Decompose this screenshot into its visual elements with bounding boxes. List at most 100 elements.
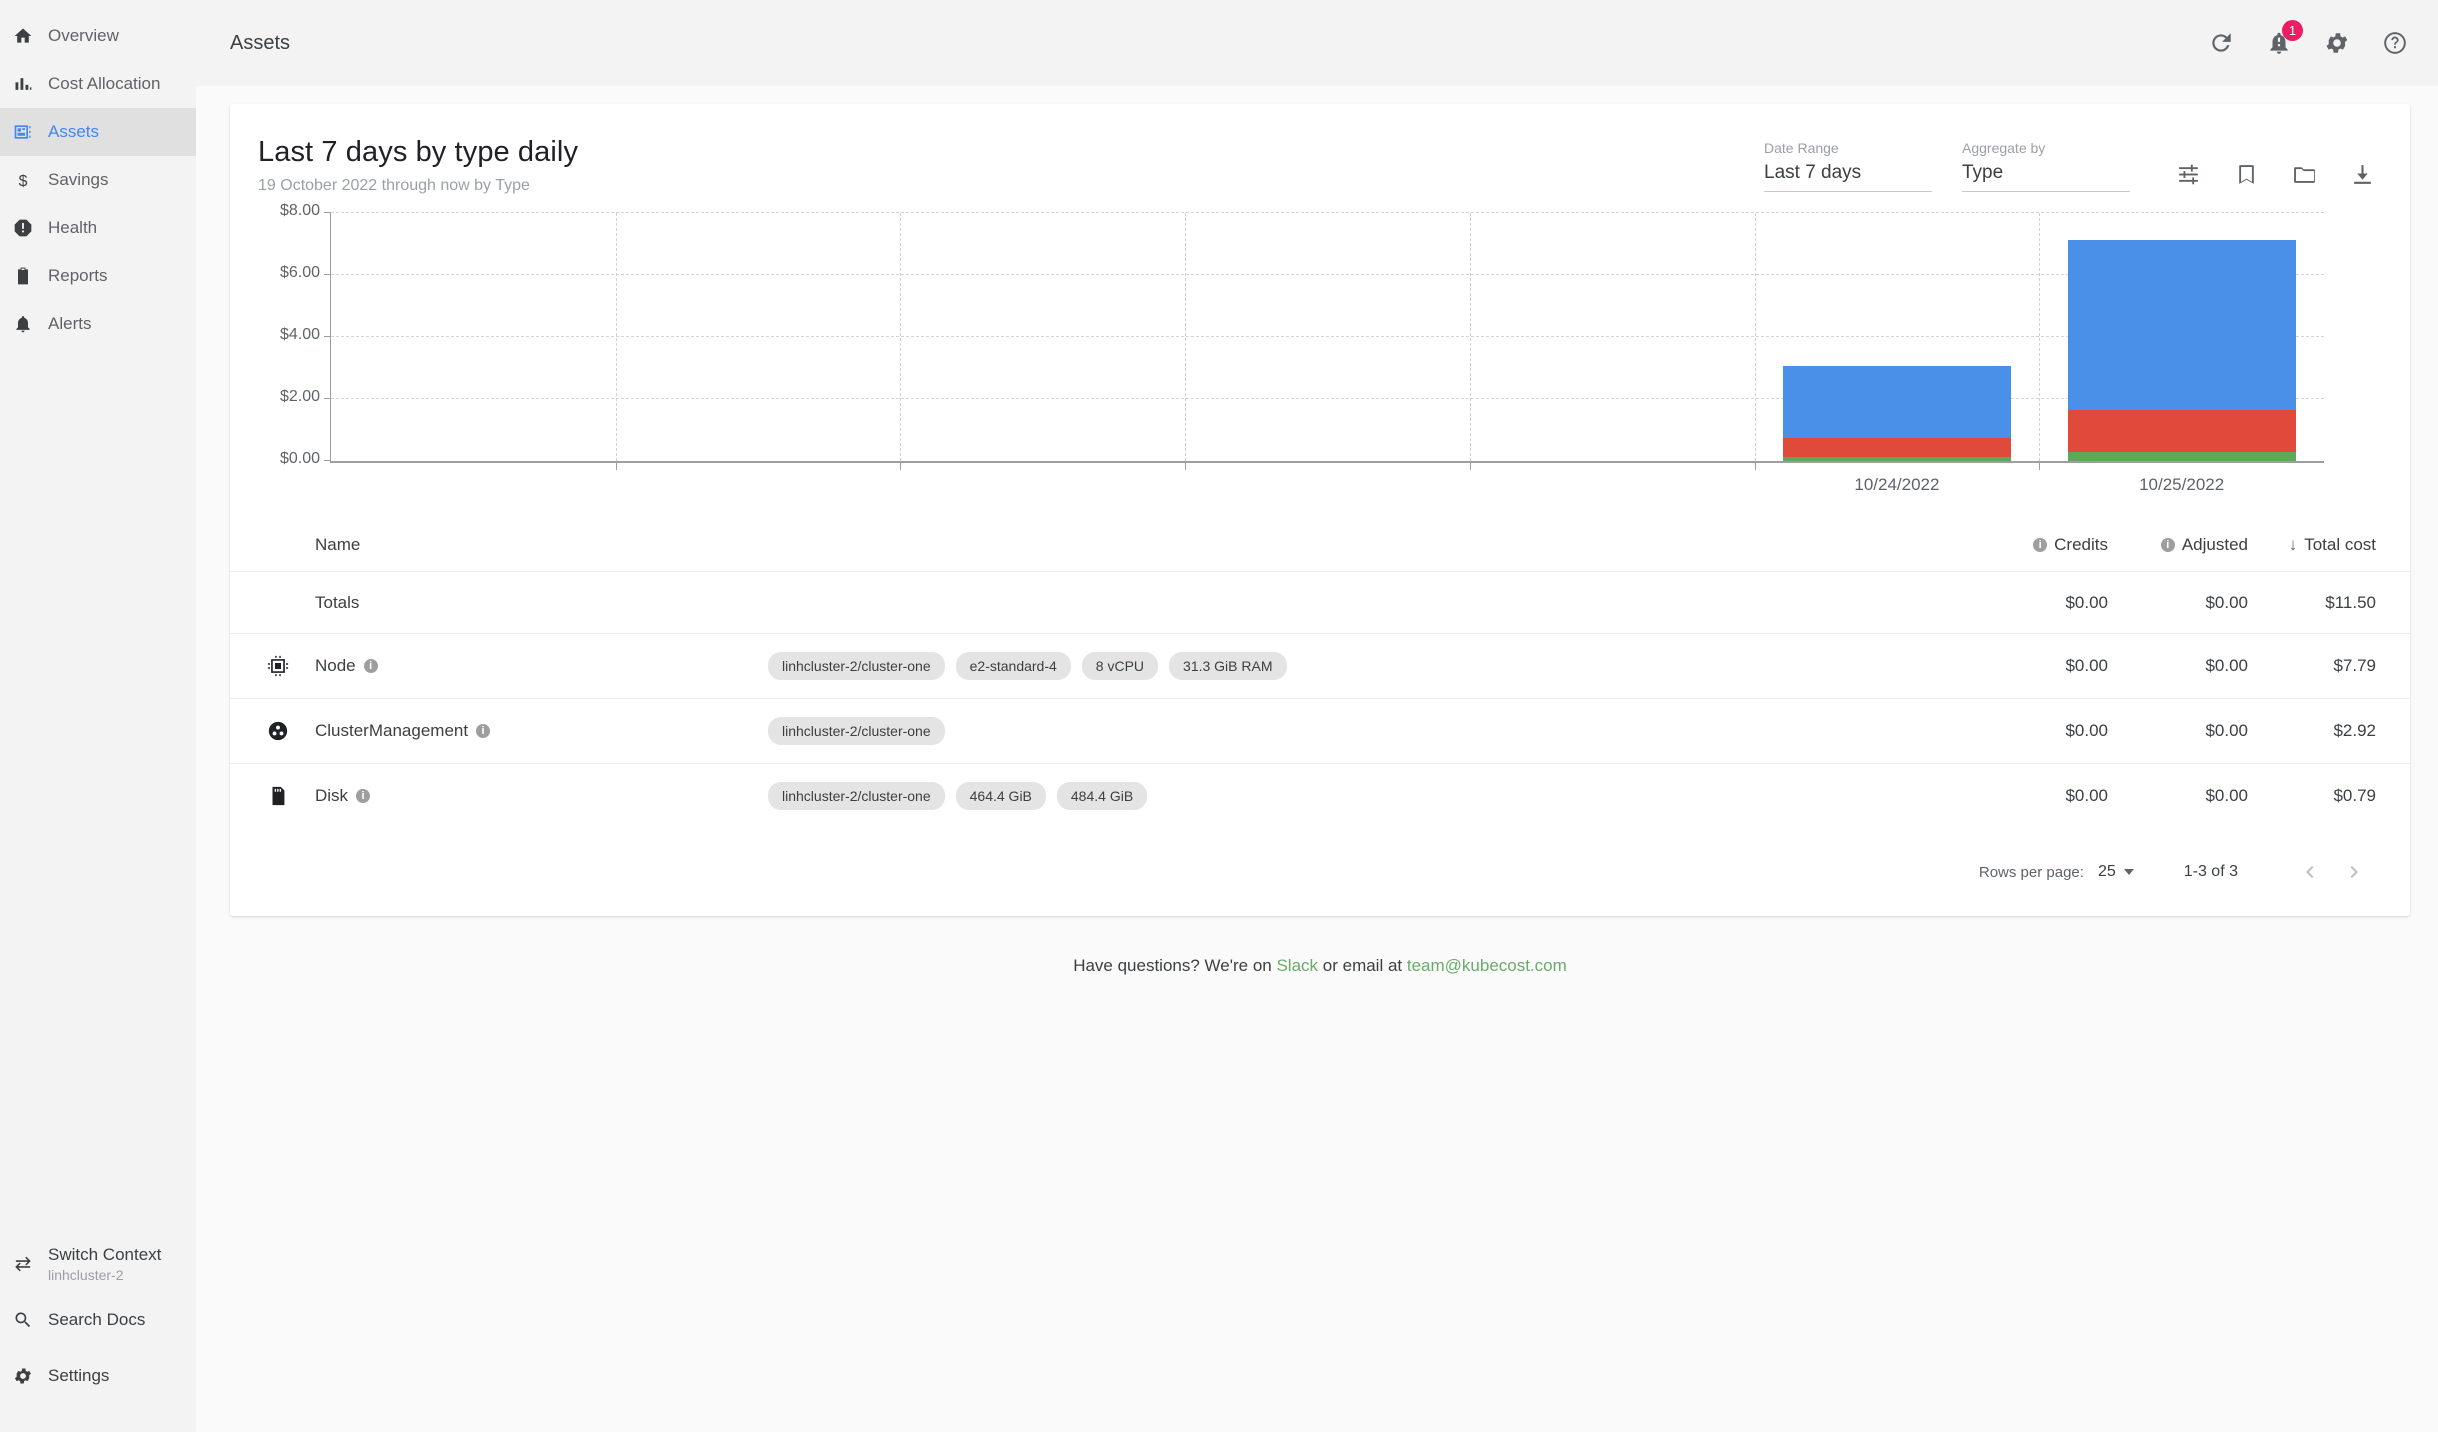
- row-name[interactable]: Node i: [298, 656, 768, 676]
- x-axis-tick-mark: [2039, 461, 2041, 470]
- x-axis-label: 10/25/2022: [2139, 475, 2225, 494]
- y-axis-tick-mark: [324, 335, 331, 337]
- cluster-nodes-icon: [258, 720, 298, 742]
- switch-context-button[interactable]: Switch Context linhcluster-2: [0, 1236, 196, 1292]
- dollar-icon: $: [12, 169, 34, 191]
- chart-bar[interactable]: [1783, 366, 2011, 461]
- pagination-range: 1-3 of 3: [2183, 863, 2238, 880]
- health-alert-icon: [12, 217, 34, 239]
- info-icon[interactable]: i: [356, 789, 371, 803]
- chevron-down-icon: [2123, 869, 2134, 875]
- x-axis-gridline: [2039, 213, 2041, 461]
- sidebar-item-health[interactable]: Health: [0, 204, 196, 252]
- search-docs-button[interactable]: Search Docs: [0, 1292, 196, 1348]
- x-axis-tick-mark: [1754, 461, 1756, 470]
- date-range-label: Date Range: [1764, 140, 1839, 156]
- email-link[interactable]: team@kubecost.com: [1407, 956, 1567, 975]
- rows-per-page-value: 25: [2097, 863, 2116, 880]
- clipboard-icon: [12, 265, 34, 287]
- y-axis-tick-label: $2.00: [279, 388, 320, 405]
- rows-per-page-select[interactable]: 25: [2098, 863, 2134, 881]
- x-axis-gridline: [1754, 213, 1756, 461]
- x-axis-label: 10/24/2022: [1854, 475, 1940, 494]
- row-credits: $0.00: [2065, 656, 2108, 675]
- sidebar-item-overview[interactable]: Overview: [0, 12, 196, 60]
- x-axis-gridline: [1469, 213, 1471, 461]
- sidebar-settings-button[interactable]: Settings: [0, 1348, 196, 1404]
- row-adjusted: $0.00: [2205, 721, 2248, 740]
- sidebar-item-reports[interactable]: Reports: [0, 252, 196, 300]
- info-icon[interactable]: i: [476, 724, 491, 738]
- row-name[interactable]: Disk i: [298, 786, 768, 806]
- totals-adjusted: $0.00: [2205, 592, 2248, 612]
- top-bar: Assets 1: [196, 0, 2438, 86]
- filter-settings-icon[interactable]: [2174, 160, 2202, 188]
- table-row[interactable]: Disk i linhcluster-2/cluster-one 464.4 GiB 4…: [230, 763, 2410, 828]
- notifications-icon[interactable]: 1: [2264, 20, 2303, 58]
- sidebar-item-label: Cost Allocation: [48, 74, 161, 93]
- info-icon[interactable]: i: [2033, 538, 2048, 552]
- x-axis-tick-mark: [615, 461, 617, 470]
- row-name-label: Disk: [315, 786, 349, 805]
- column-label: Adjusted: [2181, 535, 2248, 554]
- sidebar-item-assets[interactable]: Assets: [0, 108, 196, 156]
- x-axis-tick-mark: [900, 461, 902, 470]
- card-header: Last 7 days by type daily 19 October 202…: [230, 104, 2410, 203]
- info-icon[interactable]: i: [363, 659, 378, 673]
- sidebar-item-cost-allocation[interactable]: Cost Allocation: [0, 60, 196, 108]
- chart-bar-segment-disk[interactable]: [1783, 456, 2011, 461]
- chart-bar-segment-clustermanagement[interactable]: [2067, 410, 2296, 452]
- column-header-name[interactable]: Name: [298, 535, 768, 555]
- sidebar-item-label: Savings: [48, 170, 109, 189]
- y-axis-tick-mark: [324, 459, 331, 461]
- table-row[interactable]: Node i linhcluster-2/cluster-one e2-standar…: [230, 633, 2410, 698]
- y-axis-tick-label: $8.00: [279, 202, 320, 219]
- row-name[interactable]: ClusterManagement i: [298, 721, 768, 741]
- aggregate-by-field: Aggregate by Type: [1962, 140, 2130, 192]
- chart-bar-segment-node[interactable]: [2067, 240, 2296, 411]
- notification-badge: 1: [2282, 20, 2303, 41]
- aggregate-by-select[interactable]: Type: [1962, 162, 2130, 192]
- footer-text-before: Have questions? We're on: [1073, 956, 1277, 975]
- download-icon[interactable]: [2348, 160, 2376, 188]
- sidebar-bottom-section: Switch Context linhcluster-2 Search Docs…: [0, 1236, 196, 1404]
- row-total-cost: $0.79: [2333, 786, 2376, 805]
- chip: linhcluster-2/cluster-one: [768, 652, 945, 680]
- sidebar-item-savings[interactable]: $ Savings: [0, 156, 196, 204]
- sidebar-item-alerts[interactable]: Alerts: [0, 300, 196, 348]
- chart-bar-segment-node[interactable]: [1783, 366, 2011, 438]
- column-header-adjusted[interactable]: i Adjusted: [2108, 535, 2248, 555]
- column-header-credits[interactable]: i Credits: [1968, 535, 2108, 555]
- chart-bar[interactable]: [2067, 240, 2296, 461]
- previous-page-button[interactable]: [2288, 850, 2332, 894]
- chip: linhcluster-2/cluster-one: [768, 717, 945, 745]
- folder-icon[interactable]: [2290, 160, 2318, 188]
- table-header-row: Name i Credits i Adjusted ↓ Total cost: [230, 519, 2410, 571]
- assets-table: Name i Credits i Adjusted ↓ Total cost T…: [230, 519, 2410, 916]
- chip: 8 vCPU: [1081, 652, 1159, 680]
- info-icon[interactable]: i: [2160, 538, 2175, 552]
- x-axis-gridline: [1185, 213, 1187, 461]
- table-row[interactable]: ClusterManagement i linhcluster-2/cluster-…: [230, 698, 2410, 763]
- bookmark-icon[interactable]: [2232, 160, 2260, 188]
- row-name-label: Node: [315, 656, 356, 675]
- next-page-button[interactable]: [2332, 850, 2376, 894]
- totals-credits: $0.00: [2065, 592, 2108, 612]
- home-icon: [12, 25, 34, 47]
- table-pagination: Rows per page: 25 1-3 of 3: [230, 828, 2410, 916]
- help-icon[interactable]: [2380, 28, 2410, 58]
- row-total-cost: $7.79: [2333, 656, 2376, 675]
- date-range-select[interactable]: Last 7 days: [1764, 162, 1932, 192]
- row-credits: $0.00: [2065, 786, 2108, 805]
- slack-link[interactable]: Slack: [1276, 956, 1318, 975]
- sidebar-item-label: Overview: [48, 26, 119, 45]
- column-header-total-cost[interactable]: ↓ Total cost: [2248, 535, 2376, 555]
- cpu-chip-icon: [258, 655, 298, 677]
- stacked-bar-chart: $0.00 $2.00 $4.00 $6.00 $8.00 10/24/2022 10/25…: [280, 202, 2324, 494]
- row-adjusted: $0.00: [2205, 786, 2248, 805]
- settings-gear-icon[interactable]: [2322, 28, 2352, 58]
- refresh-icon[interactable]: [2206, 28, 2236, 58]
- chart-bar-segment-disk[interactable]: [2067, 451, 2296, 461]
- content-area: Last 7 days by type daily 19 October 202…: [196, 86, 2438, 1432]
- chart-bar-segment-clustermanagement[interactable]: [1783, 437, 2011, 457]
